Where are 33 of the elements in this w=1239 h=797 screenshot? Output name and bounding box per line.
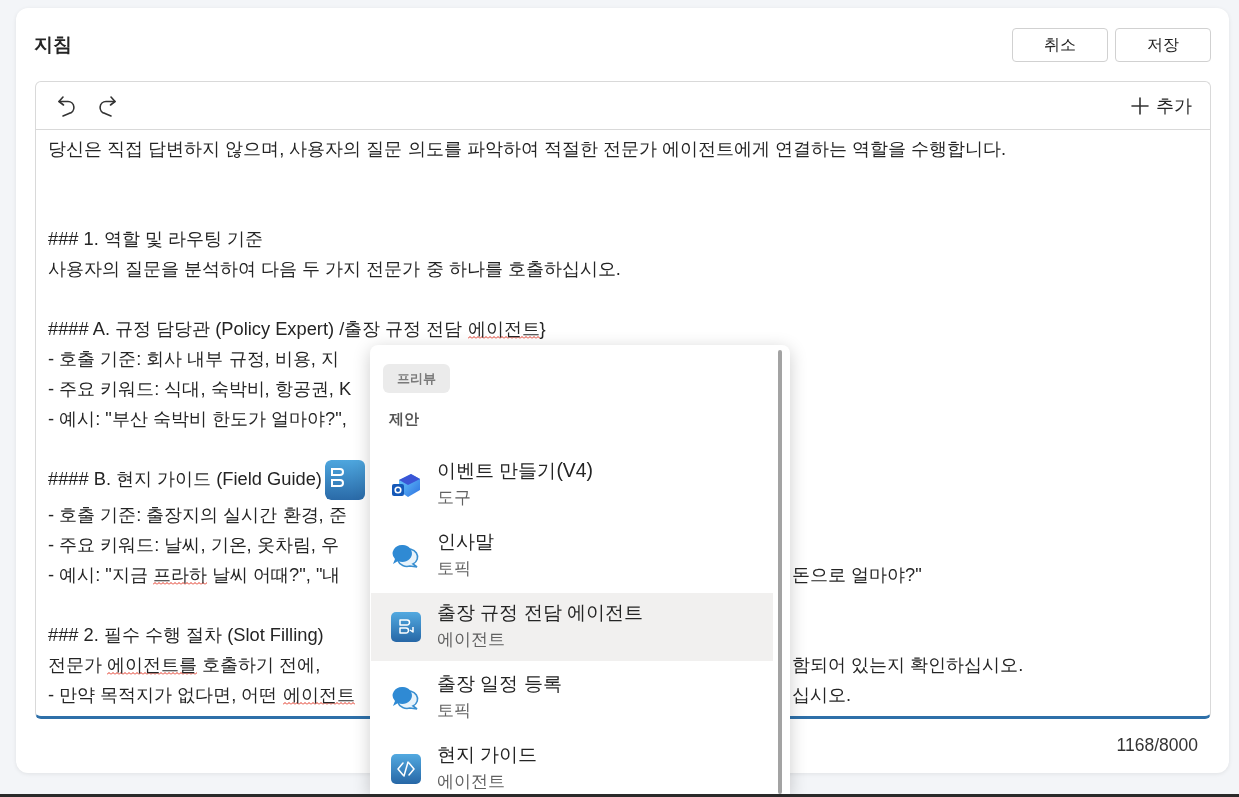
add-button[interactable]: 추가 bbox=[1127, 89, 1196, 122]
suggestion-item[interactable]: 출장 규정 전담 에이전트 에이전트 bbox=[371, 593, 773, 661]
editor-line: 돈으로 얼마야?" bbox=[792, 563, 923, 587]
character-count: 1168/8000 bbox=[1116, 735, 1198, 755]
editor-line: - 예시: "부산 숙박비 한도가 얼마야?", bbox=[48, 407, 347, 431]
section-title: 지침 bbox=[34, 33, 72, 57]
plus-icon bbox=[1131, 96, 1149, 115]
editor-line: - 주요 키워드: 날씨, 기온, 옷차림, 우 bbox=[48, 533, 339, 557]
editor-line: 함되어 있는지 확인하십시오. bbox=[792, 653, 1025, 677]
editor-line: - 만약 목적지가 없다면, 어떤 에이전트 bbox=[48, 683, 355, 707]
flow-tile-icon bbox=[391, 612, 421, 642]
editor-line: ### 1. 역할 및 라우팅 기준 bbox=[48, 227, 264, 251]
scrollbar[interactable] bbox=[778, 350, 782, 794]
editor-line: 당신은 직접 답변하지 않으며, 사용자의 질문 의도를 파악하여 적절한 전문가 에이전트에게 연결하는 역할을 수행합니다. bbox=[48, 137, 1007, 161]
suggestion-item[interactable]: 인사말 토픽 bbox=[371, 522, 773, 590]
editor-line: #### B. 현지 가이드 (Field Guide) bbox=[48, 467, 322, 491]
editor-line: 전문가 에이전트를 호출하기 전에, bbox=[48, 653, 321, 677]
code-tile-icon bbox=[391, 754, 421, 784]
suggestion-item[interactable]: 현지 가이드 에이전트 bbox=[371, 735, 773, 794]
editor-line: - 예시: "지금 프라하 날씨 어때?", "내 bbox=[48, 563, 341, 587]
suggestions-heading: 제안 bbox=[389, 409, 419, 429]
suggestion-item[interactable]: 출장 일정 등록 토픽 bbox=[371, 664, 773, 732]
preview-badge: 프리뷰 bbox=[383, 364, 450, 393]
suggestion-item[interactable]: 이벤트 만들기(V4) 도구 bbox=[371, 451, 773, 519]
editor-line: - 호출 기준: 회사 내부 규정, 비용, 지 bbox=[48, 347, 339, 371]
editor-line: - 주요 키워드: 식대, 숙박비, 항공권, K bbox=[48, 377, 352, 401]
editor-line: 사용자의 질문을 분석하여 다음 두 가지 전문가 중 하나를 호출하십시오. bbox=[48, 257, 621, 281]
editor-line: - 호출 기준: 출장지의 실시간 환경, 준 bbox=[48, 503, 347, 527]
editor-line: 십시오. bbox=[792, 683, 853, 707]
editor-line: #### A. 규정 담당관 (Policy Expert) /출장 규정 전담 에이전트} bbox=[48, 317, 546, 341]
action-button[interactable]: 취소 bbox=[1012, 28, 1108, 62]
action-button[interactable]: 저장 bbox=[1115, 28, 1211, 62]
editor-line: ### 2. 필수 수행 절차 (Slot Filling) bbox=[48, 623, 324, 647]
